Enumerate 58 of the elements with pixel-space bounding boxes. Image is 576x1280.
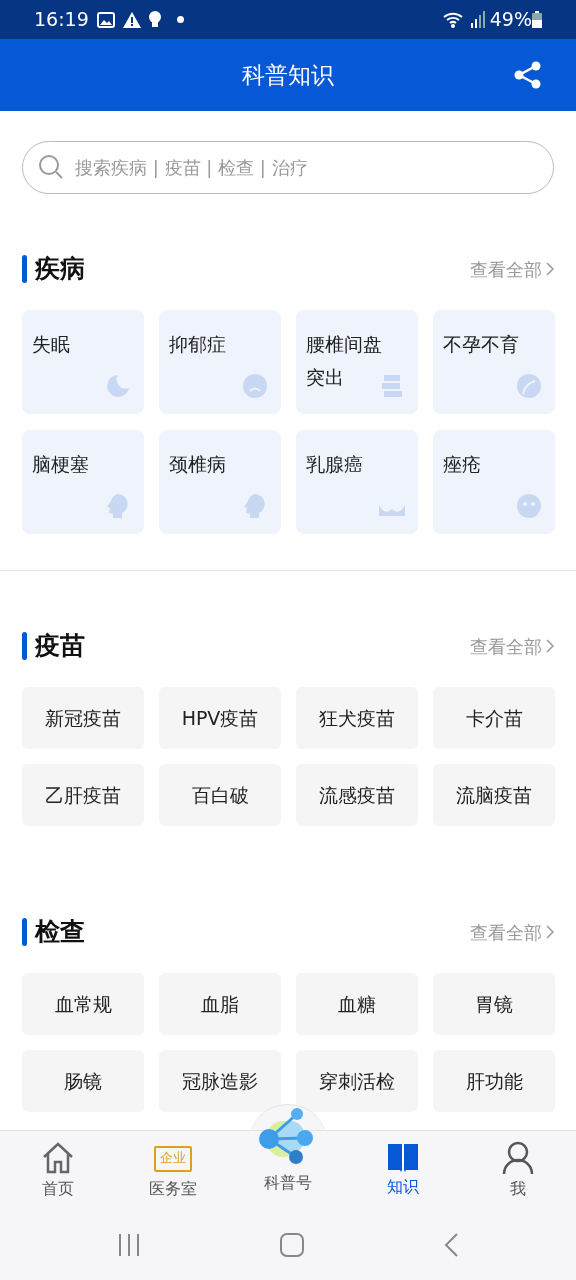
share-icon[interactable] xyxy=(514,61,542,89)
disease-card[interactable]: 失眠 xyxy=(22,310,144,414)
topic-chip[interactable]: 胃镜 xyxy=(433,973,555,1035)
topic-chip[interactable]: 肠镜 xyxy=(22,1050,144,1112)
disease-card[interactable]: 抑郁症 xyxy=(159,310,281,414)
section-title: 检查 xyxy=(35,916,86,949)
dot-icon xyxy=(176,16,184,23)
topic-chip[interactable]: 冠脉造影 xyxy=(159,1050,281,1112)
topic-chip[interactable]: 肝功能 xyxy=(433,1050,555,1112)
disease-card[interactable]: 脑梗塞 xyxy=(22,430,144,534)
topic-chip[interactable]: 流脑疫苗 xyxy=(433,764,555,826)
section-title: 疫苗 xyxy=(35,630,86,663)
section-marker xyxy=(22,918,27,946)
disease-card[interactable]: 痤疮 xyxy=(433,430,555,534)
clock: 16:19 xyxy=(34,7,89,33)
sad-face-icon xyxy=(241,372,269,400)
image-icon xyxy=(96,11,115,28)
topic-chip[interactable]: 乙肝疫苗 xyxy=(22,764,144,826)
search-field[interactable]: 搜索疾病 | 疫苗 | 检查 | 治疗 xyxy=(22,141,554,194)
moon-icon xyxy=(104,372,132,400)
battery-icon xyxy=(532,11,542,28)
topic-chip[interactable]: 穿刺活检 xyxy=(296,1050,418,1112)
topic-chip[interactable]: 百白破 xyxy=(159,764,281,826)
disease-card[interactable]: 乳腺癌 xyxy=(296,430,418,534)
topic-chip[interactable]: 流感疫苗 xyxy=(296,764,418,826)
disease-card[interactable]: 腰椎间盘突出 xyxy=(296,310,418,414)
topic-chip[interactable]: 狂犬疫苗 xyxy=(296,687,418,749)
chevron-right-icon xyxy=(546,639,554,653)
book-icon xyxy=(387,1141,420,1173)
page-title: 科普知识 xyxy=(242,60,334,90)
topic-chip[interactable]: 血常规 xyxy=(22,973,144,1035)
topic-chip[interactable]: 血糖 xyxy=(296,973,418,1035)
recent-apps-icon[interactable] xyxy=(117,1233,142,1257)
topic-chip[interactable]: HPV疫苗 xyxy=(159,687,281,749)
tab-bar-item[interactable]: 企业 医务室 xyxy=(115,1131,231,1210)
chevron-right-icon xyxy=(546,262,554,276)
back-icon[interactable] xyxy=(442,1233,459,1257)
disease-card[interactable]: 不孕不育 xyxy=(433,310,555,414)
section-marker xyxy=(22,255,27,283)
topic-chip[interactable]: 血脂 xyxy=(159,973,281,1035)
chevron-right-icon xyxy=(546,925,554,939)
search-icon xyxy=(38,154,64,180)
battery-level: 49% xyxy=(489,7,532,33)
section-marker xyxy=(22,632,27,660)
topic-chip[interactable]: 卡介苗 xyxy=(433,687,555,749)
signal-icon xyxy=(469,11,486,28)
topic-chip[interactable]: 新冠疫苗 xyxy=(22,687,144,749)
section-title: 疾病 xyxy=(35,253,86,286)
tab-bar-item[interactable]: 知识 xyxy=(345,1131,461,1210)
warning-icon xyxy=(122,11,141,28)
tab-bar-item[interactable]: 首页 xyxy=(0,1131,116,1210)
face-icon xyxy=(515,492,543,520)
home-icon[interactable] xyxy=(280,1233,304,1257)
tab-bar-item[interactable]: 我 xyxy=(460,1131,576,1210)
bulb-icon xyxy=(148,11,161,28)
disease-card[interactable]: 颈椎病 xyxy=(159,430,281,534)
enterprise-badge: 企业 xyxy=(153,1146,192,1172)
person-icon xyxy=(502,1141,535,1175)
